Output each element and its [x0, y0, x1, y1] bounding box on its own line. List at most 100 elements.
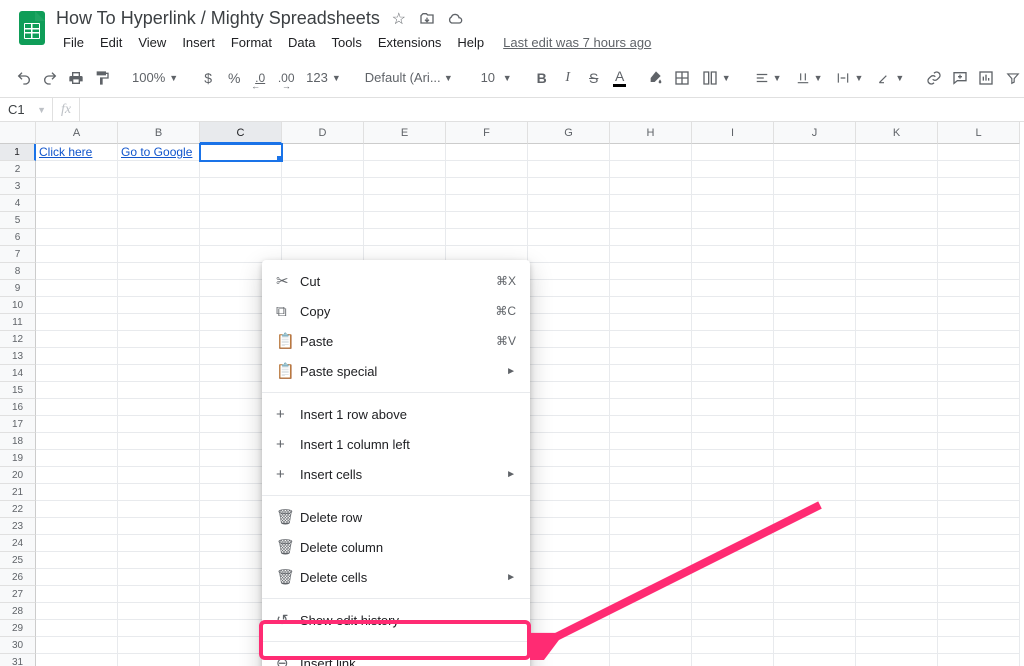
cell-A29[interactable]	[36, 620, 118, 637]
cell-J23[interactable]	[774, 518, 856, 535]
cell-H9[interactable]	[610, 280, 692, 297]
cell-H15[interactable]	[610, 382, 692, 399]
cell-G24[interactable]	[528, 535, 610, 552]
cell-L30[interactable]	[938, 637, 1020, 654]
cell-J13[interactable]	[774, 348, 856, 365]
col-header-K[interactable]: K	[856, 122, 938, 144]
cell-H27[interactable]	[610, 586, 692, 603]
cell-K29[interactable]	[856, 620, 938, 637]
cell-I18[interactable]	[692, 433, 774, 450]
currency-button[interactable]: $	[196, 65, 220, 91]
cell-B24[interactable]	[118, 535, 200, 552]
cell-H11[interactable]	[610, 314, 692, 331]
font-size-dropdown[interactable]: 10▼	[471, 65, 518, 91]
cell-I13[interactable]	[692, 348, 774, 365]
menu-format[interactable]: Format	[224, 31, 279, 54]
cell-J21[interactable]	[774, 484, 856, 501]
menu-file[interactable]: File	[56, 31, 91, 54]
cell-G4[interactable]	[528, 195, 610, 212]
cell-D5[interactable]	[282, 212, 364, 229]
fill-color-button[interactable]	[644, 65, 668, 91]
borders-button[interactable]	[670, 65, 694, 91]
row-header-31[interactable]: 31	[0, 654, 36, 666]
row-header-26[interactable]: 26	[0, 569, 36, 586]
cell-J28[interactable]	[774, 603, 856, 620]
ctx-copy[interactable]: ⧉Copy⌘C	[262, 296, 530, 326]
cell-D1[interactable]	[282, 144, 364, 161]
cell-K18[interactable]	[856, 433, 938, 450]
cell-K17[interactable]	[856, 416, 938, 433]
cell-I1[interactable]	[692, 144, 774, 161]
cell-B8[interactable]	[118, 263, 200, 280]
row-header-13[interactable]: 13	[0, 348, 36, 365]
cell-E1[interactable]	[364, 144, 446, 161]
cell-J3[interactable]	[774, 178, 856, 195]
cell-K4[interactable]	[856, 195, 938, 212]
cell-B2[interactable]	[118, 161, 200, 178]
cell-J25[interactable]	[774, 552, 856, 569]
cell-C2[interactable]	[200, 161, 282, 178]
cell-K1[interactable]	[856, 144, 938, 161]
cell-G21[interactable]	[528, 484, 610, 501]
cell-H29[interactable]	[610, 620, 692, 637]
cell-J9[interactable]	[774, 280, 856, 297]
cell-J26[interactable]	[774, 569, 856, 586]
cell-F2[interactable]	[446, 161, 528, 178]
menu-view[interactable]: View	[131, 31, 173, 54]
cell-C4[interactable]	[200, 195, 282, 212]
row-header-16[interactable]: 16	[0, 399, 36, 416]
cell-G27[interactable]	[528, 586, 610, 603]
cloud-icon[interactable]	[446, 10, 464, 28]
cell-L27[interactable]	[938, 586, 1020, 603]
cell-I23[interactable]	[692, 518, 774, 535]
wrap-button[interactable]: ▼	[830, 65, 869, 91]
cell-L5[interactable]	[938, 212, 1020, 229]
cell-B7[interactable]	[118, 246, 200, 263]
cell-J30[interactable]	[774, 637, 856, 654]
cell-A15[interactable]	[36, 382, 118, 399]
row-header-3[interactable]: 3	[0, 178, 36, 195]
cell-H28[interactable]	[610, 603, 692, 620]
cell-H4[interactable]	[610, 195, 692, 212]
cell-L6[interactable]	[938, 229, 1020, 246]
cell-A20[interactable]	[36, 467, 118, 484]
v-align-button[interactable]: ▼	[790, 65, 829, 91]
cell-B22[interactable]	[118, 501, 200, 518]
ctx-delete-cells[interactable]: 🗑Delete cells►	[262, 562, 530, 592]
cell-I17[interactable]	[692, 416, 774, 433]
cell-K5[interactable]	[856, 212, 938, 229]
cell-L26[interactable]	[938, 569, 1020, 586]
cell-L14[interactable]	[938, 365, 1020, 382]
ctx-cut[interactable]: ✂Cut⌘X	[262, 266, 530, 296]
row-header-7[interactable]: 7	[0, 246, 36, 263]
cell-G29[interactable]	[528, 620, 610, 637]
cell-K30[interactable]	[856, 637, 938, 654]
cell-G22[interactable]	[528, 501, 610, 518]
cell-J4[interactable]	[774, 195, 856, 212]
cell-H8[interactable]	[610, 263, 692, 280]
cell-A9[interactable]	[36, 280, 118, 297]
cell-A24[interactable]	[36, 535, 118, 552]
cell-H12[interactable]	[610, 331, 692, 348]
cell-B4[interactable]	[118, 195, 200, 212]
cell-L1[interactable]	[938, 144, 1020, 161]
cell-A31[interactable]	[36, 654, 118, 666]
increase-decimal-button[interactable]: .00→	[274, 65, 298, 91]
cell-B14[interactable]	[118, 365, 200, 382]
cell-I31[interactable]	[692, 654, 774, 666]
cell-B12[interactable]	[118, 331, 200, 348]
cell-J10[interactable]	[774, 297, 856, 314]
row-header-23[interactable]: 23	[0, 518, 36, 535]
col-header-A[interactable]: A	[36, 122, 118, 144]
cell-L28[interactable]	[938, 603, 1020, 620]
cell-H3[interactable]	[610, 178, 692, 195]
cell-K13[interactable]	[856, 348, 938, 365]
cell-K27[interactable]	[856, 586, 938, 603]
cell-B16[interactable]	[118, 399, 200, 416]
cell-A30[interactable]	[36, 637, 118, 654]
cell-L16[interactable]	[938, 399, 1020, 416]
cell-I12[interactable]	[692, 331, 774, 348]
ctx-delete-row[interactable]: 🗑Delete row	[262, 502, 530, 532]
cell-K28[interactable]	[856, 603, 938, 620]
cell-B23[interactable]	[118, 518, 200, 535]
